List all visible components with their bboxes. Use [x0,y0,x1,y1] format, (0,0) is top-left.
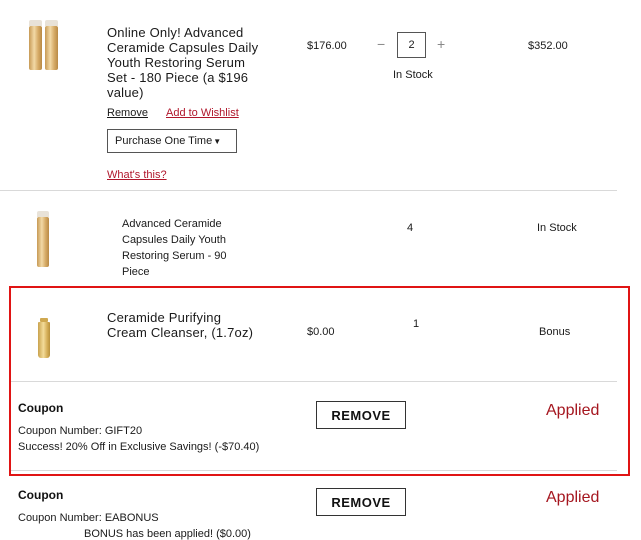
title-line: Advanced Ceramide [122,218,222,230]
stock-status: In Stock [537,222,577,234]
product-image-capsule-bottle[interactable] [36,210,52,268]
unit-price: $176.00 [307,40,347,52]
coupon-heading: Coupon [18,401,64,415]
product-image-cleanser-tube[interactable] [38,318,54,362]
title-line: value) [107,85,144,100]
coupon-number: Coupon Number: GIFT20 [18,425,143,437]
quantity-value: 1 [413,318,420,330]
purchase-option-value: Purchase One Time [115,135,213,147]
add-to-wishlist-link[interactable]: Add to Wishlist [166,107,239,119]
quantity-value: 4 [407,222,414,234]
bonus-status: Bonus [539,326,571,338]
title-line: Ceramide Purifying [107,310,222,325]
coupon-applied-status: Applied [546,489,600,506]
coupon-message: BONUS has been applied! ($0.00) [84,528,251,540]
product-title[interactable]: Ceramide Purifying Cream Cleanser, (1.7o… [107,310,297,340]
title-line: Set - 180 Piece (a $196 [107,70,249,85]
qty-decrease-button[interactable]: − [377,36,385,52]
unit-price: $0.00 [307,326,335,338]
title-line: Ceramide Capsules Daily [107,40,259,55]
title-line: Restoring Serum - 90 [122,250,227,262]
title-line: Youth Restoring Serum [107,55,246,70]
qty-increase-button[interactable]: + [437,36,445,52]
title-line: Piece [122,266,150,278]
quantity-value: 2 [408,39,415,51]
purchase-option-dropdown[interactable]: Purchase One Time ▼ [107,129,237,153]
product-image-capsule-set[interactable] [26,18,62,78]
quantity-input[interactable]: 2 [397,32,426,58]
coupon-applied-status: Applied [546,402,600,419]
stock-status: In Stock [393,69,433,81]
coupon-heading: Coupon [18,488,64,502]
coupon-message: Success! 20% Off in Exclusive Savings! (… [18,441,260,453]
title-line: Cream Cleanser, (1.7oz) [107,325,254,340]
product-title[interactable]: Online Only! Advanced Ceramide Capsules … [107,25,297,100]
remove-coupon-button[interactable]: REMOVE [316,488,406,516]
row-divider [0,190,617,191]
coupon-number: Coupon Number: EABONUS [18,512,159,524]
row-divider [11,470,617,471]
title-line: Online Only! Advanced [107,25,244,40]
caret-down-icon: ▼ [213,136,222,146]
whats-this-link[interactable]: What's this? [107,169,167,181]
remove-link[interactable]: Remove [107,107,148,119]
row-divider [11,381,617,382]
product-title[interactable]: Advanced Ceramide Capsules Daily Youth R… [122,216,252,280]
remove-coupon-button[interactable]: REMOVE [316,401,406,429]
line-total: $352.00 [528,40,568,52]
title-line: Capsules Daily Youth [122,234,226,246]
